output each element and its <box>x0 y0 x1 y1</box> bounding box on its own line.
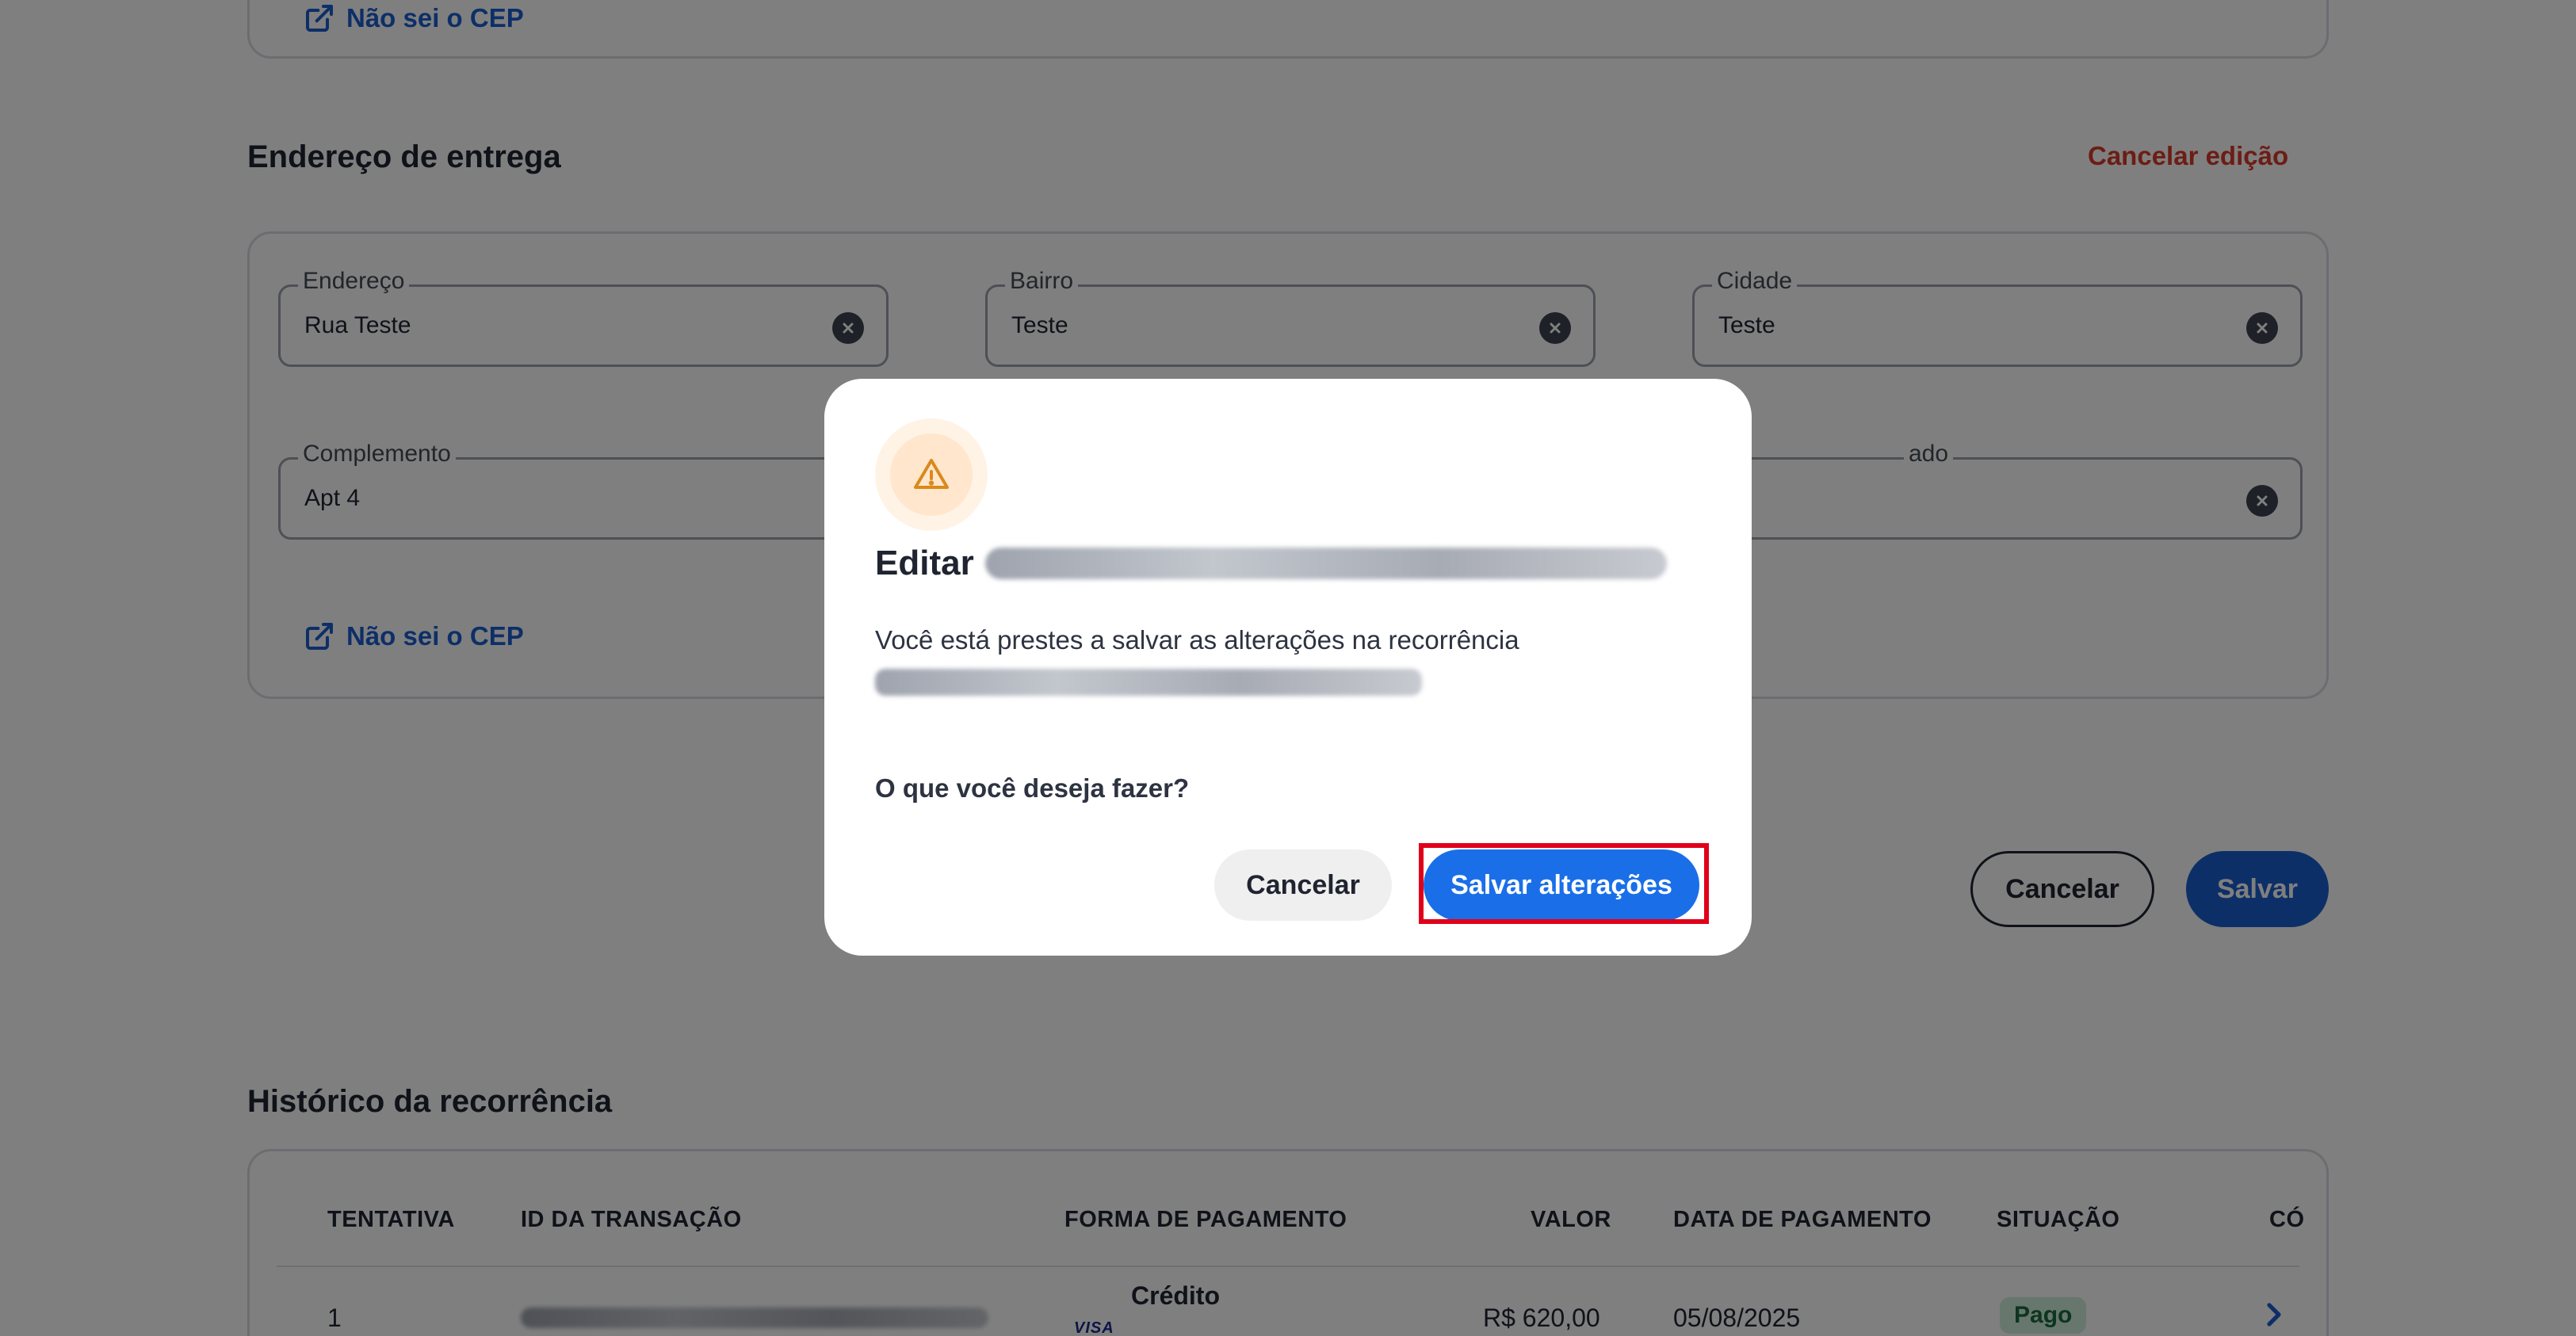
warning-triangle-icon <box>914 459 949 489</box>
warning-icon-circle <box>890 433 973 516</box>
redacted-recurrence-id <box>875 669 1422 700</box>
dialog-message: Você está prestes a salvar as alterações… <box>875 625 1519 655</box>
target-highlight-box <box>1419 843 1709 924</box>
dialog-question: O que você deseja fazer? <box>875 773 1190 803</box>
dialog-cancel-button[interactable]: Cancelar <box>1214 849 1392 921</box>
dialog-title-prefix: Editar <box>875 544 974 582</box>
recurrence-edit-page: Não sei o CEP Endereço de entrega Cancel… <box>0 0 2576 1336</box>
redacted-recurrence-name <box>984 548 1667 579</box>
dialog-title: Editar <box>875 544 1667 583</box>
warning-halo <box>875 418 988 531</box>
